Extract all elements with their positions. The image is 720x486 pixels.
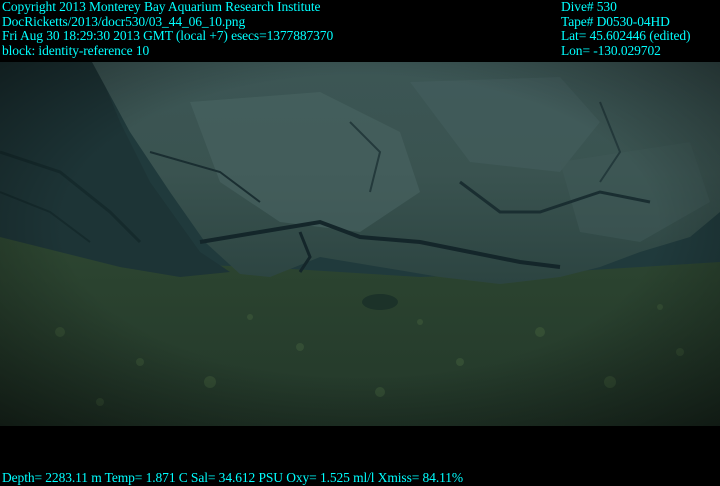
- longitude: Lon= -130.029702: [561, 42, 661, 58]
- seafloor-image: [0, 62, 720, 426]
- telemetry-footer: Depth= 2283.11 m Temp= 1.871 C Sal= 34.6…: [2, 471, 463, 486]
- latitude: Lat= 45.602446 (edited): [561, 28, 691, 43]
- tape-number: Tape# D0530-04HD: [561, 13, 670, 29]
- seafloor-rock-outcrop: [0, 62, 720, 426]
- block-line: block: identity-reference 10: [2, 42, 150, 58]
- copyright-line: Copyright 2013 Monterey Bay Aquarium Res…: [2, 0, 321, 14]
- header-right-overlay: Dive# 530 Tape# D0530-04HD Lat= 45.60244…: [561, 0, 691, 58]
- header-left-overlay: Copyright 2013 Monterey Bay Aquarium Res…: [2, 0, 333, 58]
- telemetry-line: Depth= 2283.11 m Temp= 1.871 C Sal= 34.6…: [2, 470, 464, 485]
- dive-number: Dive# 530: [561, 0, 617, 14]
- timestamp-line: Fri Aug 30 18:29:30 2013 GMT (local +7) …: [2, 28, 334, 43]
- video-frame: Copyright 2013 Monterey Bay Aquarium Res…: [0, 0, 720, 486]
- image-path-line: DocRicketts/2013/docr530/03_44_06_10.png: [2, 13, 246, 29]
